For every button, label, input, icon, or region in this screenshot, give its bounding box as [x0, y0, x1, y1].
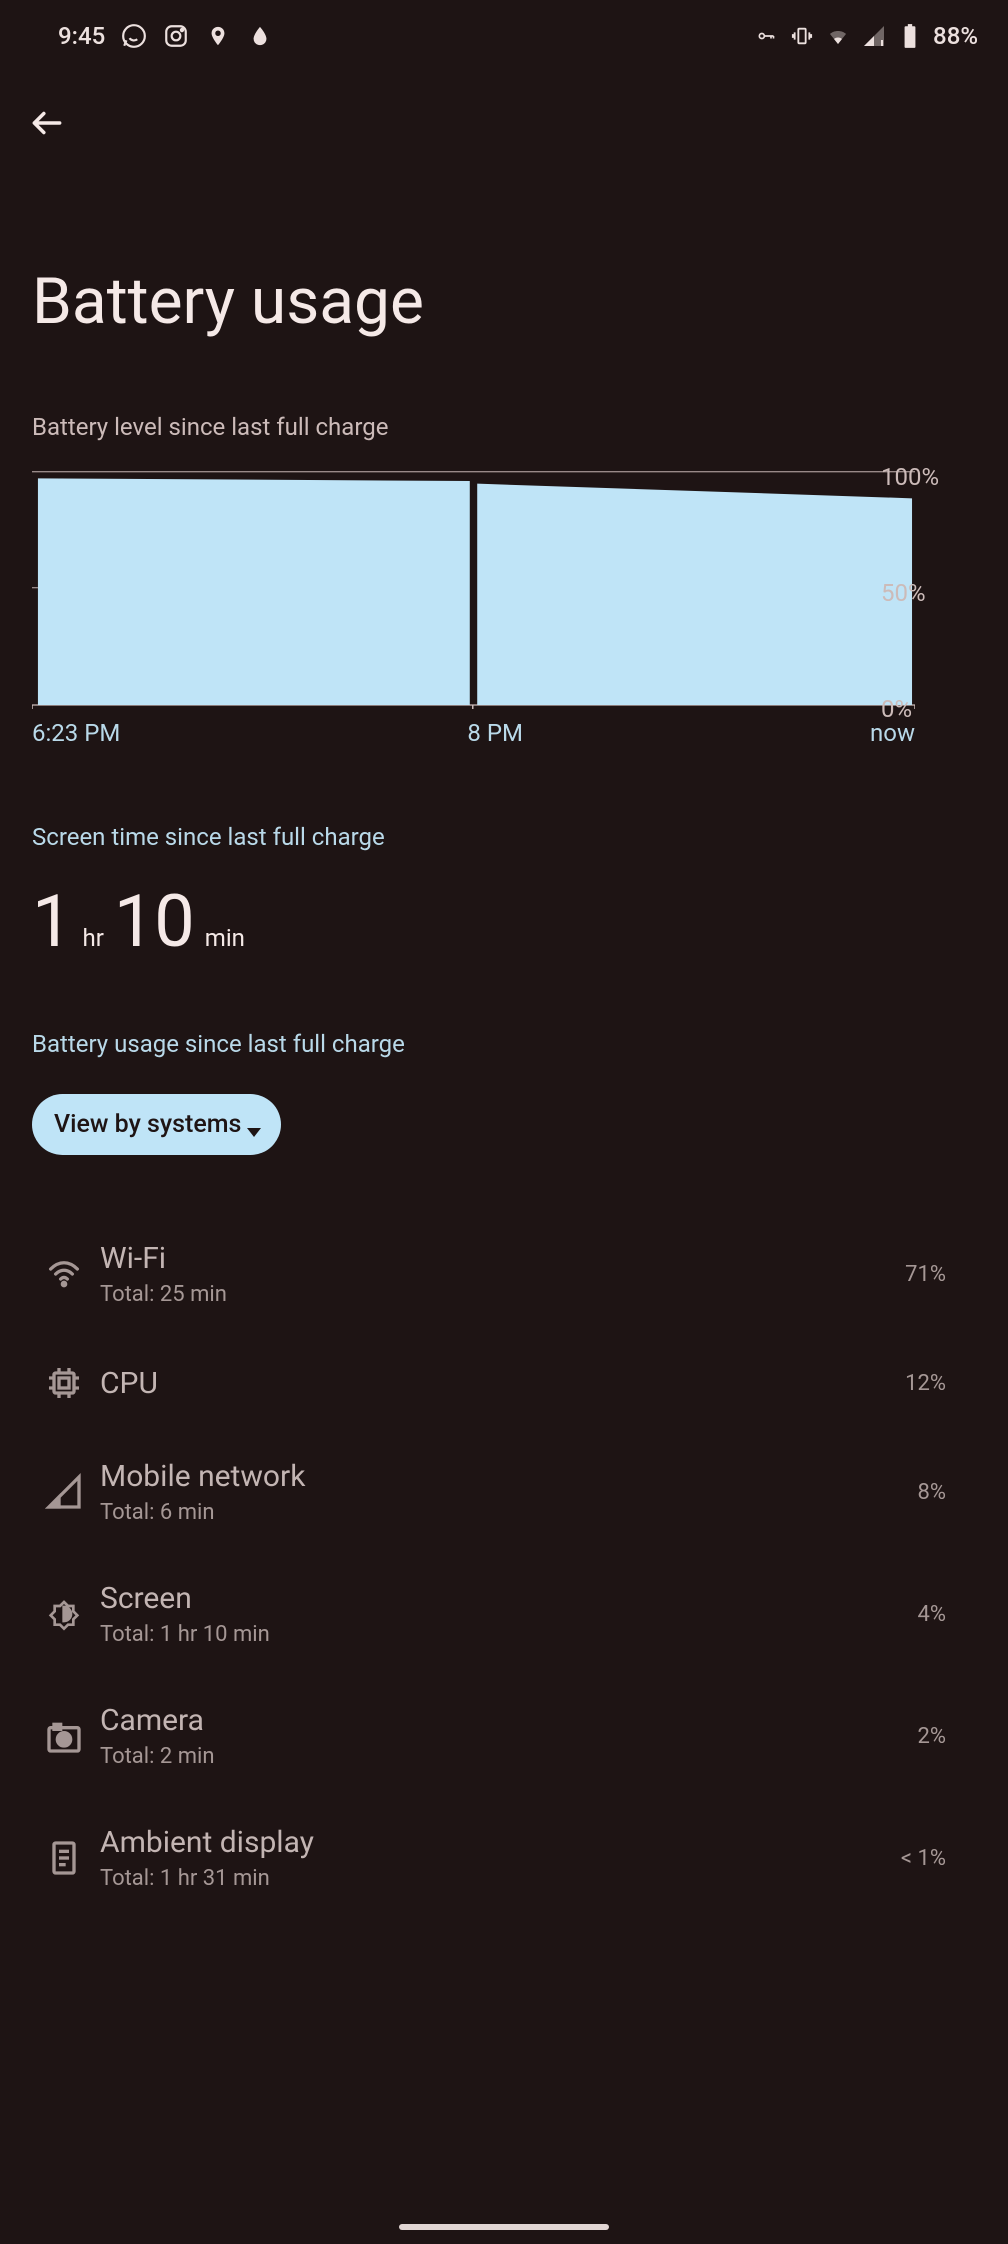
battery-chart: 100% 50% 0% 6:23 PM 8 PM now — [32, 469, 915, 747]
usage-row-mobile-network[interactable]: Mobile network Total: 6 min 8% — [32, 1431, 976, 1553]
water-drop-icon — [247, 23, 273, 49]
arrow-left-icon — [28, 104, 66, 142]
usage-row-ambient-display[interactable]: Ambient display Total: 1 hr 31 min < 1% — [32, 1797, 976, 1919]
home-indicator[interactable] — [399, 2224, 609, 2230]
status-battery-percent: 88% — [933, 22, 978, 50]
app-bar — [0, 72, 1008, 148]
cell-signal-icon — [861, 23, 887, 49]
battery-level-label: Battery level since last full charge — [32, 413, 976, 441]
screen-time-heading: Screen time since last full charge — [32, 823, 976, 851]
battery-icon — [897, 23, 923, 49]
usage-row-camera[interactable]: Camera Total: 2 min 2% — [32, 1675, 976, 1797]
vpn-key-icon — [753, 23, 779, 49]
wifi-icon — [825, 23, 851, 49]
view-by-label: View by systems — [54, 1110, 241, 1139]
instagram-icon — [163, 23, 189, 49]
cpu-chip-icon — [32, 1363, 96, 1403]
chart-svg — [32, 469, 915, 709]
screen-time-value: 1 hr 10 min — [32, 879, 976, 964]
page-title: Battery usage — [0, 148, 1008, 357]
ambient-display-icon — [32, 1838, 96, 1878]
usage-list: Wi-Fi Total: 25 min 71% CPU 12% Mobile n… — [32, 1213, 976, 1919]
camera-icon — [32, 1716, 96, 1756]
caret-down-icon — [247, 1128, 261, 1137]
wifi-icon — [32, 1254, 96, 1294]
status-time: 9:45 — [58, 22, 105, 50]
usage-heading: Battery usage since last full charge — [32, 1030, 976, 1058]
location-pin-icon — [205, 23, 231, 49]
status-bar: 9:45 88% — [0, 0, 1008, 72]
usage-row-cpu[interactable]: CPU 12% — [32, 1335, 976, 1431]
whatsapp-icon — [121, 23, 147, 49]
back-button[interactable] — [22, 98, 72, 148]
cell-signal-icon — [32, 1472, 96, 1512]
view-by-dropdown[interactable]: View by systems — [32, 1094, 281, 1155]
chart-x-labels: 6:23 PM 8 PM now — [32, 719, 915, 747]
brightness-icon — [32, 1594, 96, 1634]
vibrate-icon — [789, 23, 815, 49]
chart-y-labels: 100% 50% 0% — [881, 463, 971, 723]
usage-row-screen[interactable]: Screen Total: 1 hr 10 min 4% — [32, 1553, 976, 1675]
usage-row-wifi[interactable]: Wi-Fi Total: 25 min 71% — [32, 1213, 976, 1335]
